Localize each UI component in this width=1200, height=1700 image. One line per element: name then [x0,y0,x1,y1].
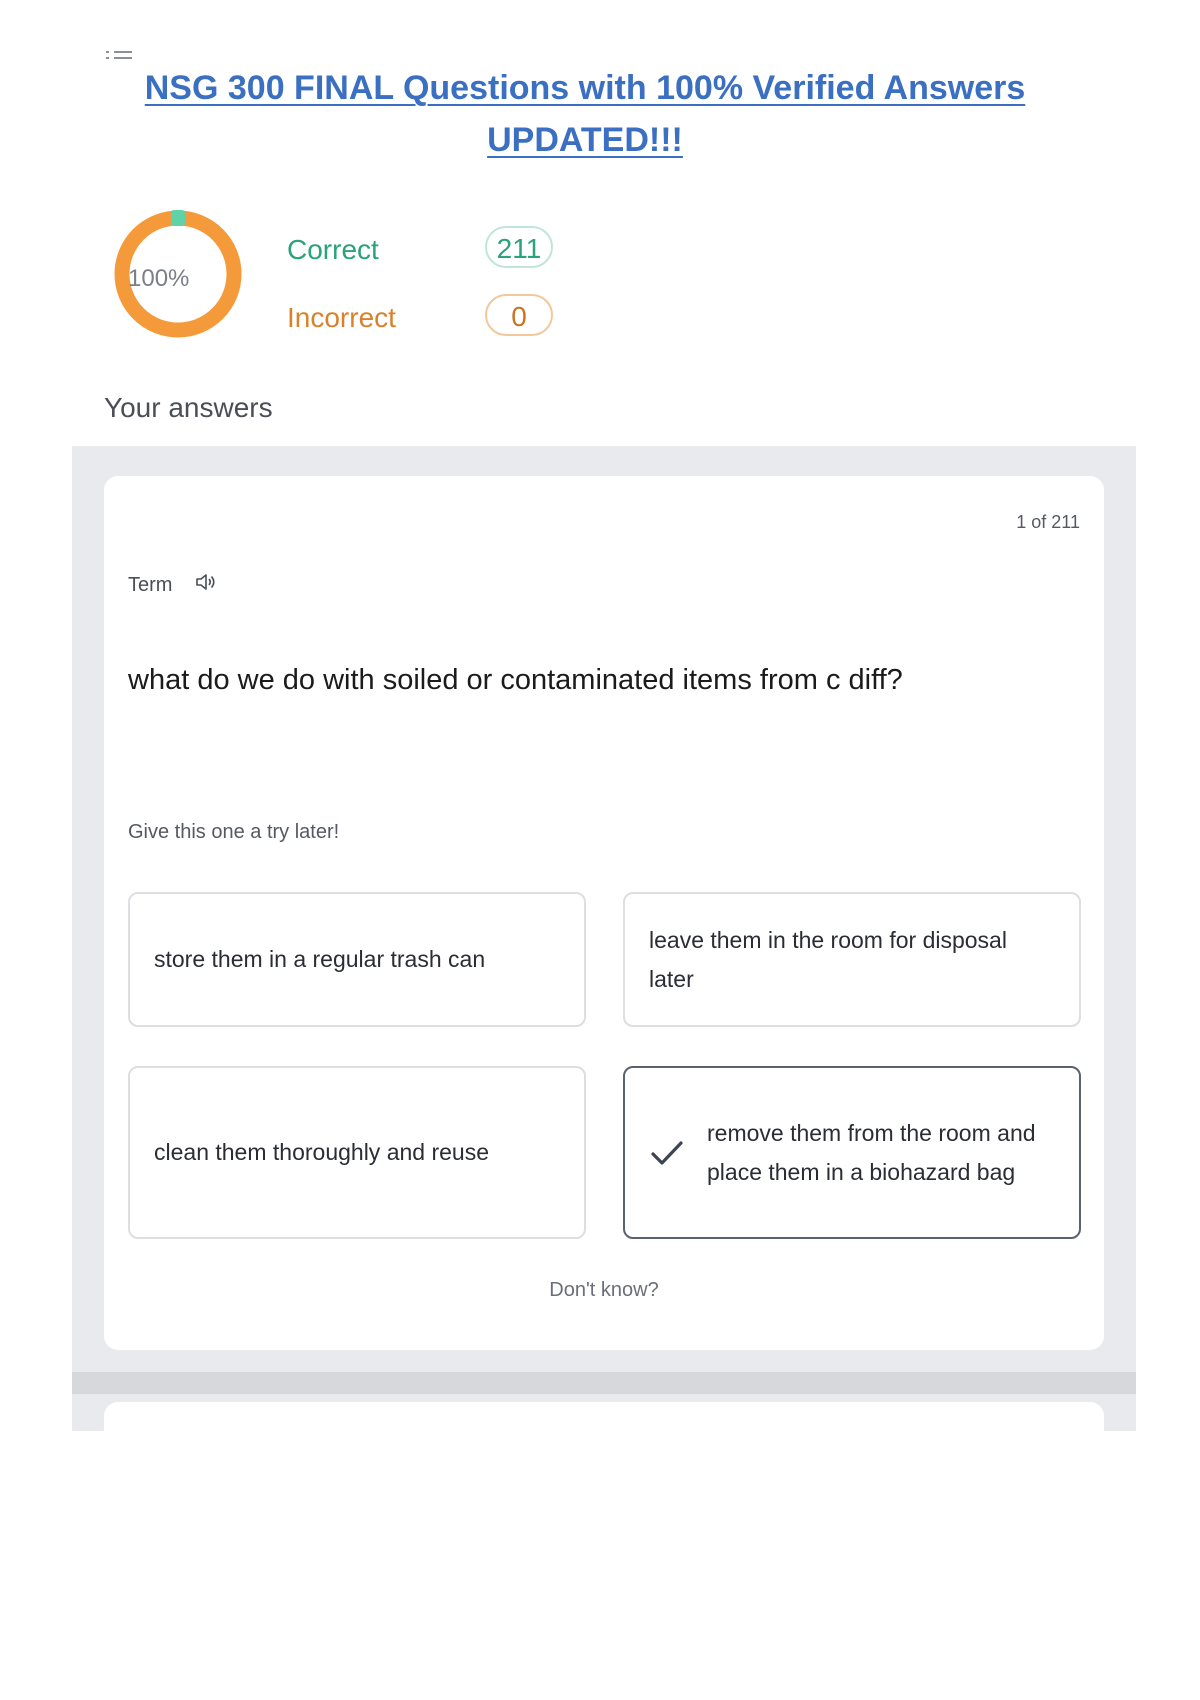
answer-option-3[interactable]: clean them thoroughly and reuse [128,1066,586,1239]
incorrect-count-badge: 0 [485,294,553,336]
next-card-stub [104,1402,1104,1431]
answer-option-text: remove them from the room and place them… [707,1119,1036,1185]
speaker-icon[interactable] [194,570,218,594]
correct-label: Correct [287,234,379,265]
check-icon [651,1140,683,1165]
question-card: 1 of 211 Term what do we do with soiled … [104,476,1104,1350]
answer-option-2[interactable]: leave them in the room for disposal late… [623,892,1081,1027]
correct-count-badge: 211 [485,226,553,268]
answer-option-text: store them in a regular trash can [154,946,486,972]
card-divider [72,1372,1136,1394]
answer-option-text: clean them thoroughly and reuse [154,1139,489,1165]
hint-text: Give this one a try later! [128,821,340,843]
answer-option-4-selected[interactable]: remove them from the room and place them… [623,1066,1081,1239]
term-label: Term [128,574,173,596]
document-title[interactable]: NSG 300 FINAL Questions with 100% Verifi… [100,62,1070,166]
donut-marker [171,210,185,226]
question-counter: 1 of 211 [1016,512,1080,532]
answer-option-text: leave them in the room for disposal late… [649,926,1007,992]
your-answers-heading: Your answers [104,392,273,423]
dont-know-link[interactable]: Don't know? [104,1279,1104,1302]
question-text: what do we do with soiled or contaminate… [128,664,903,696]
score-percent-label: 100% [128,265,190,292]
incorrect-label: Incorrect [287,302,396,333]
answer-option-1[interactable]: store them in a regular trash can [128,892,586,1027]
